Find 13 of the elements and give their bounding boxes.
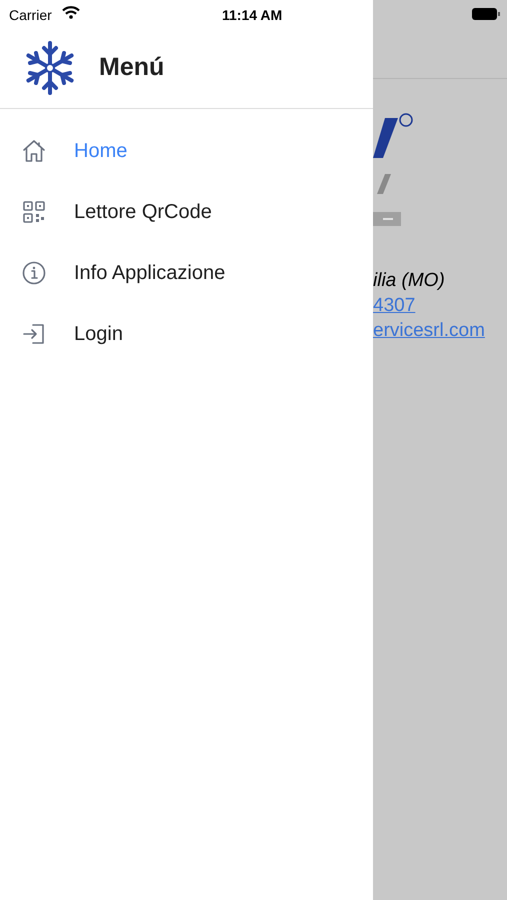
home-icon — [21, 138, 47, 164]
carrier-text: Carrier — [9, 6, 52, 25]
wifi-icon — [62, 6, 80, 19]
info-icon — [21, 260, 47, 286]
address-text: ilia (MO) — [373, 269, 445, 293]
qr-code-icon — [21, 198, 47, 224]
status-time: 11:14 AM — [222, 6, 282, 25]
battery-icon — [471, 7, 501, 21]
menu-item[interactable]: Home — [74, 136, 128, 166]
menu-title: Menú — [99, 52, 164, 84]
menu-item[interactable]: Info Applicazione — [74, 258, 226, 288]
menu-item[interactable]: Login — [74, 318, 123, 348]
menu-item[interactable]: Lettore QrCode — [74, 196, 212, 226]
